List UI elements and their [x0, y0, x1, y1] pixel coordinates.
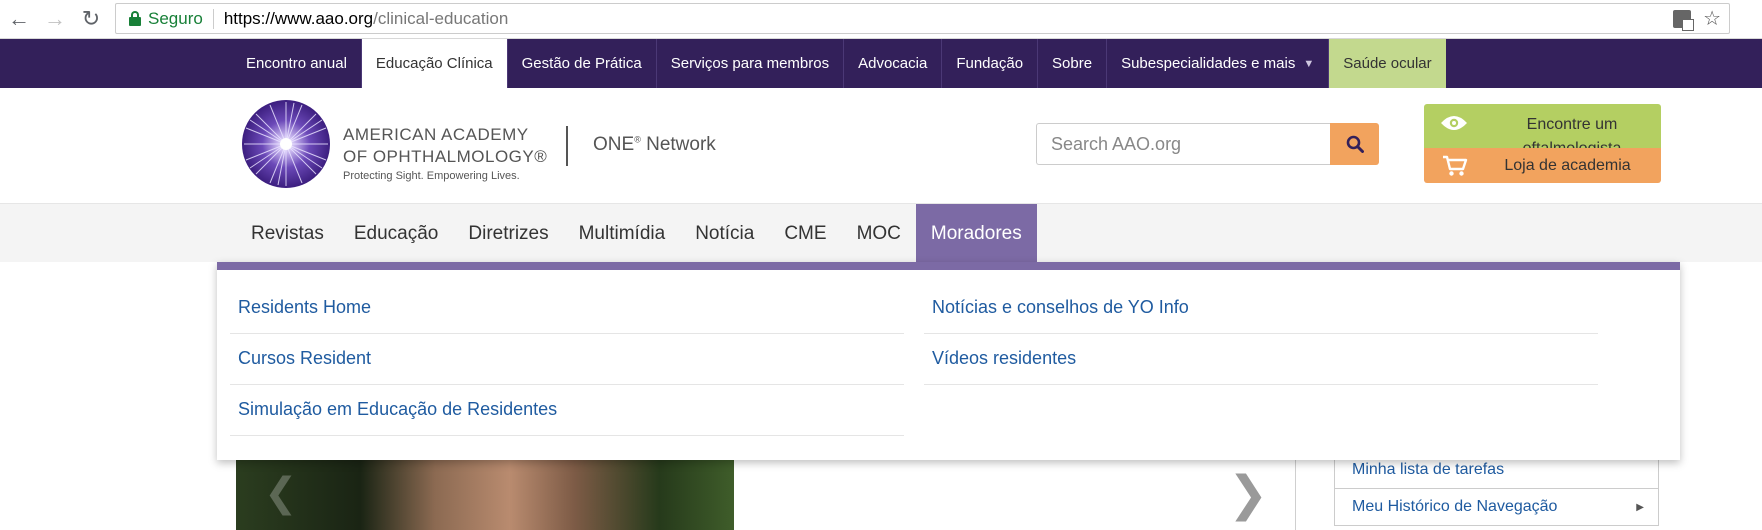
- dropdown-link-cursos-resident[interactable]: Cursos Resident: [230, 334, 904, 385]
- address-bar[interactable]: Seguro https://www.aao.org/clinical-educ…: [115, 3, 1730, 34]
- dropdown-link-yo-info[interactable]: Notícias e conselhos de YO Info: [924, 283, 1598, 334]
- find-ophthalmologist-label: Encontre um oftalmologista: [1522, 116, 1622, 151]
- academy-tagline: Protecting Sight. Empowering Lives.: [343, 170, 520, 182]
- topnav-item-educacao-clinica[interactable]: Educação Clínica: [361, 39, 508, 88]
- url-path: /clinical-education: [373, 8, 509, 28]
- secure-label: Seguro: [148, 8, 203, 28]
- carousel-next-icon[interactable]: ❯: [1228, 466, 1268, 522]
- subnav-item-diretrizes[interactable]: Diretrizes: [453, 204, 563, 263]
- browser-toolbar: ← → ↻ Seguro https://www.aao.org/clinica…: [0, 0, 1762, 39]
- search-input[interactable]: [1036, 123, 1331, 165]
- subnav-item-cme[interactable]: CME: [769, 204, 841, 263]
- one-network-link[interactable]: ONE® Network: [593, 134, 716, 156]
- topnav-item-sobre[interactable]: Sobre: [1038, 39, 1108, 88]
- topnav-item-saude-ocular[interactable]: Saúde ocular: [1329, 39, 1446, 88]
- subnav-item-multimidia[interactable]: Multimídia: [564, 204, 681, 263]
- search-icon: [1346, 135, 1364, 153]
- dropdown-link-videos[interactable]: Vídeos residentes: [924, 334, 1598, 385]
- address-separator: [212, 8, 214, 29]
- topnav-item-gestao-de-pratica[interactable]: Gestão de Prática: [508, 39, 657, 88]
- caret-down-icon: ▼: [1303, 57, 1315, 70]
- subnav-item-moc[interactable]: MOC: [842, 204, 916, 263]
- sidebar-divider: [1295, 460, 1296, 530]
- carousel-prev-icon[interactable]: ❮: [264, 470, 298, 516]
- academy-name-line2: OF OPHTHALMOLOGY®: [343, 147, 548, 166]
- dropdown-column-right: Notícias e conselhos de YO Info Vídeos r…: [924, 283, 1598, 385]
- bookmark-star-icon[interactable]: ☆: [1703, 6, 1721, 31]
- topnav-item-encontro-anual[interactable]: Encontro anual: [232, 39, 362, 88]
- eye-icon: [1441, 116, 1467, 130]
- site-header: AMERICAN ACADEMY OF OPHTHALMOLOGY® Prote…: [0, 88, 1762, 203]
- sidebar-menu: Minha lista de tarefas Meu Histórico de …: [1334, 452, 1659, 526]
- carousel-image[interactable]: [236, 460, 734, 530]
- topnav-item-servicos-para-membros[interactable]: Serviços para membros: [657, 39, 845, 88]
- forward-arrow-icon[interactable]: →: [42, 6, 68, 32]
- secondary-navigation: Revistas Educação Diretrizes Multimídia …: [0, 203, 1762, 263]
- academy-store-label: Loja de academia: [1504, 157, 1631, 174]
- topnav-item-fundacao[interactable]: Fundação: [942, 39, 1039, 88]
- dropdown-column-left: Residents Home Cursos Resident Simulação…: [230, 283, 904, 436]
- shopping-cart-icon: [1443, 155, 1468, 176]
- search-button[interactable]: [1330, 123, 1379, 165]
- network-label: Network: [640, 134, 716, 155]
- top-navigation: Encontro anual Educação Clínica Gestão d…: [0, 39, 1762, 88]
- reload-icon[interactable]: ↻: [78, 6, 104, 32]
- one-registered-mark: ®: [634, 134, 641, 145]
- triangle-right-icon: ▶: [1636, 501, 1644, 513]
- one-label: ONE: [593, 134, 635, 155]
- lock-icon: [128, 10, 142, 27]
- moradores-dropdown-menu: Residents Home Cursos Resident Simulação…: [217, 262, 1680, 460]
- header-divider: [566, 126, 568, 166]
- find-ophthalmologist-button[interactable]: Encontre um oftalmologista: [1424, 104, 1661, 151]
- subnav-item-moradores[interactable]: Moradores: [915, 204, 1037, 263]
- aao-logo-icon[interactable]: [242, 100, 330, 188]
- sidebar-item-historico[interactable]: Meu Histórico de Navegação ▶: [1335, 489, 1658, 526]
- dropdown-link-residents-home[interactable]: Residents Home: [230, 283, 904, 334]
- topnav-item-subespecialidades[interactable]: Subespecialidades e mais ▼: [1107, 39, 1330, 88]
- academy-name: AMERICAN ACADEMY OF OPHTHALMOLOGY®: [343, 124, 547, 168]
- academy-store-button[interactable]: Loja de academia: [1424, 148, 1661, 183]
- url-host: https://www.aao.org: [223, 8, 374, 28]
- back-arrow-icon[interactable]: ←: [6, 6, 32, 32]
- topnav-item-advocacia[interactable]: Advocacia: [844, 39, 943, 88]
- dropdown-link-simulacao[interactable]: Simulação em Educação de Residentes: [230, 385, 904, 436]
- translate-icon[interactable]: [1673, 9, 1695, 31]
- subnav-item-educacao[interactable]: Educação: [339, 204, 454, 263]
- subnav-item-revistas[interactable]: Revistas: [236, 204, 339, 263]
- academy-name-line1: AMERICAN ACADEMY: [343, 125, 529, 144]
- subnav-item-noticia[interactable]: Notícia: [680, 204, 769, 263]
